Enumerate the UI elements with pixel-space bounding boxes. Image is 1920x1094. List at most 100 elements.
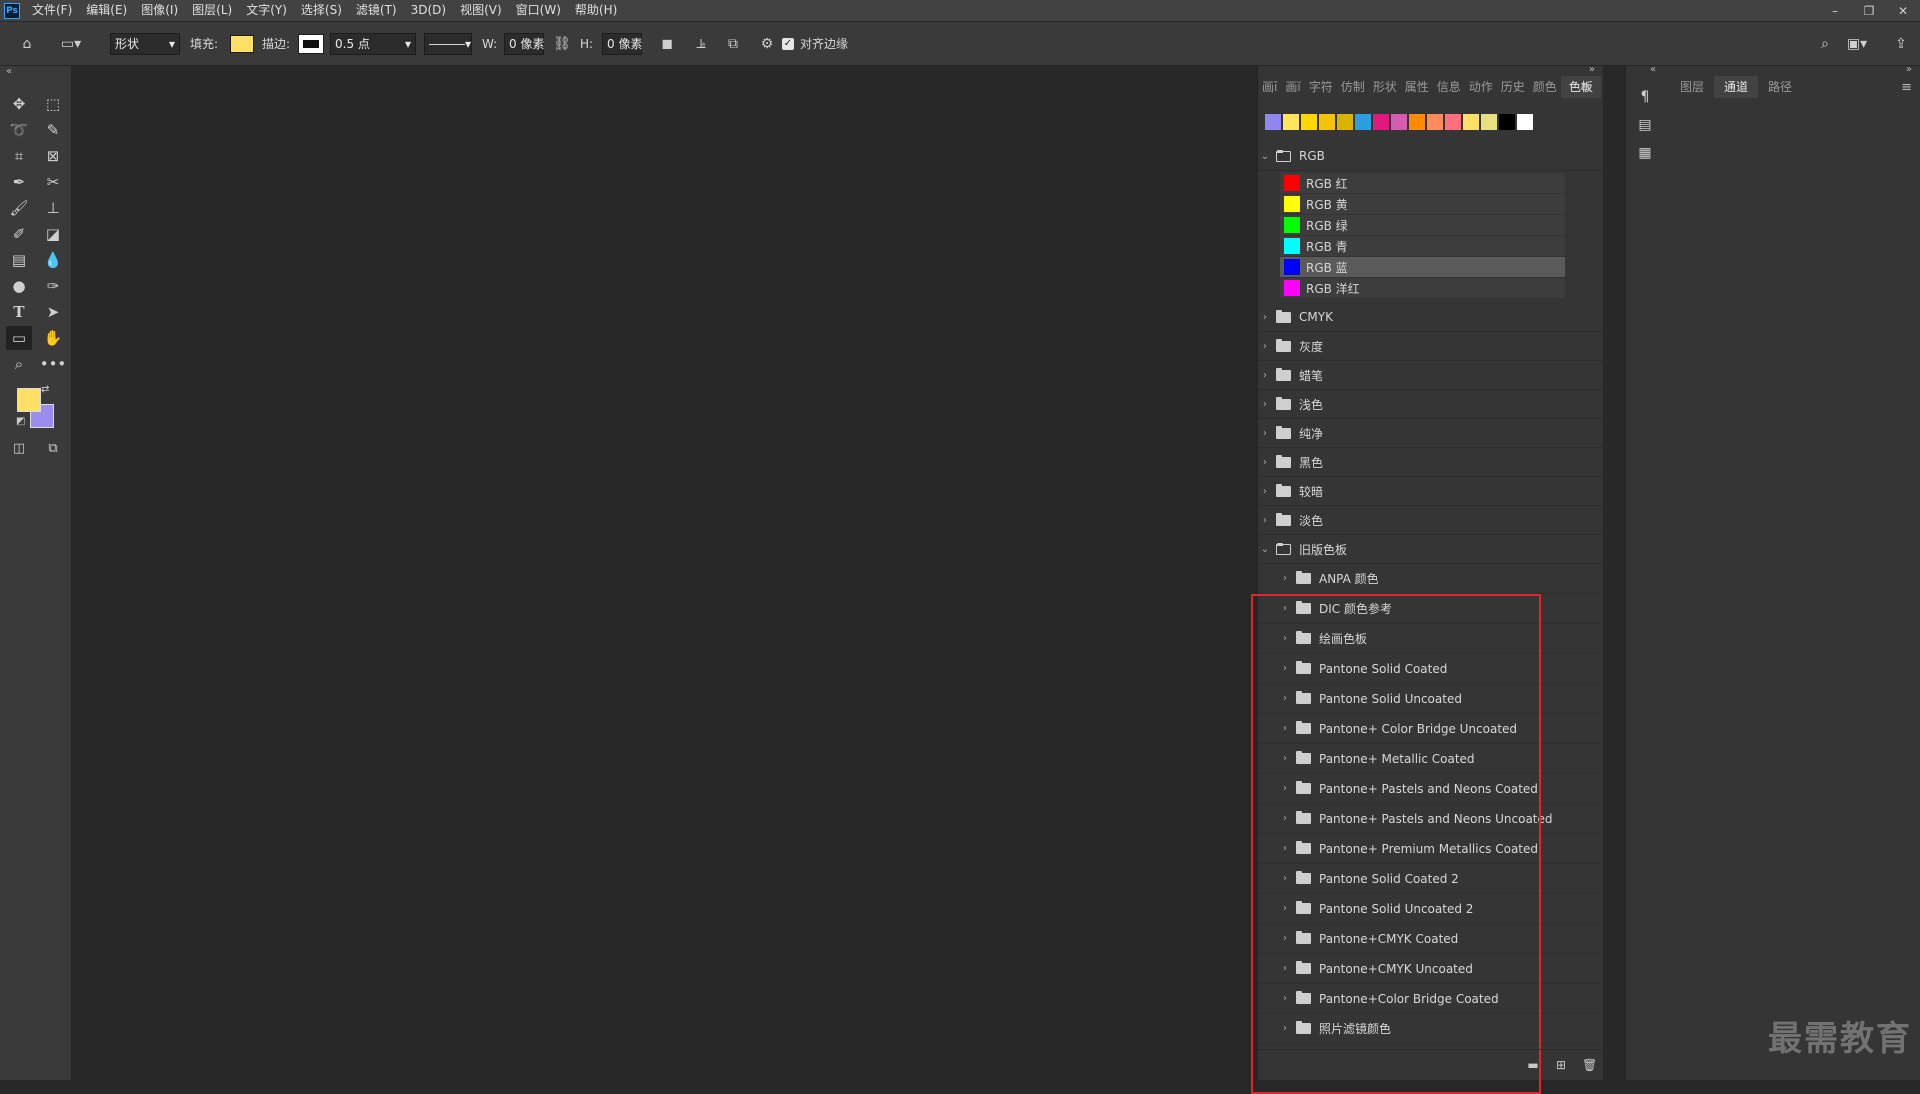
fill-color-swatch[interactable] bbox=[230, 34, 254, 53]
swatch-group[interactable]: › 灰度 bbox=[1258, 332, 1603, 361]
swatch-item[interactable]: RGB 绿 bbox=[1280, 215, 1565, 236]
recent-swatch[interactable] bbox=[1463, 114, 1479, 130]
collapse-arrows-icon[interactable]: » bbox=[1906, 64, 1912, 75]
panel-menu-icon[interactable]: ≡ bbox=[1901, 80, 1912, 95]
document-canvas-area[interactable] bbox=[72, 66, 1252, 1080]
recent-swatch[interactable] bbox=[1265, 114, 1281, 130]
menu-edit[interactable]: 编辑(E) bbox=[80, 0, 135, 21]
legacy-swatch-group[interactable]: › Pantone Solid Coated 2 bbox=[1258, 864, 1603, 894]
legacy-swatch-group[interactable]: › Pantone+Color Bridge Coated bbox=[1258, 984, 1603, 1014]
eyedropper-tool-icon[interactable]: ✒ bbox=[6, 170, 32, 194]
legacy-swatch-group[interactable]: › Pantone+ Color Bridge Uncoated bbox=[1258, 714, 1603, 744]
type-tool-icon[interactable]: T bbox=[6, 300, 32, 324]
recent-swatch[interactable] bbox=[1283, 114, 1299, 130]
workspace-icon[interactable]: ▣▾ bbox=[1846, 33, 1868, 55]
menu-window[interactable]: 窗口(W) bbox=[510, 0, 569, 21]
stroke-color-swatch[interactable] bbox=[298, 33, 324, 54]
tab-actions[interactable]: 动作 bbox=[1465, 76, 1497, 98]
swatch-group[interactable]: › 较暗 bbox=[1258, 477, 1603, 506]
eraser-tool-icon[interactable]: ◪ bbox=[40, 222, 66, 246]
frame-tool-icon[interactable]: ⊠ bbox=[40, 144, 66, 168]
zoom-tool-icon[interactable]: ⌕ bbox=[6, 352, 32, 376]
tab-color[interactable]: 颜色 bbox=[1529, 76, 1561, 98]
tab-layers[interactable]: 图层 bbox=[1670, 76, 1714, 98]
recent-swatch[interactable] bbox=[1499, 114, 1515, 130]
width-input[interactable]: 0 像素 bbox=[504, 32, 544, 55]
link-icon[interactable]: ⛓ bbox=[551, 33, 573, 55]
recent-swatch[interactable] bbox=[1319, 114, 1335, 130]
panel-menu-icon[interactable]: ≡ bbox=[1580, 80, 1591, 95]
trash-icon[interactable]: 🗑 bbox=[1582, 1058, 1597, 1072]
foreground-color-swatch[interactable] bbox=[17, 388, 41, 412]
tab-brushes[interactable]: 画ĭ bbox=[1281, 76, 1304, 98]
paragraph-icon[interactable]: ¶ bbox=[1634, 86, 1656, 108]
legacy-swatch-group[interactable]: › Pantone Solid Uncoated 2 bbox=[1258, 894, 1603, 924]
path-selection-tool-icon[interactable]: ➤ bbox=[40, 300, 66, 324]
shape-tool-preset-icon[interactable]: ▭▾ bbox=[60, 33, 82, 55]
clone-stamp-tool-icon[interactable]: ⊥ bbox=[40, 196, 66, 220]
legacy-swatch-group[interactable]: › Pantone+ Pastels and Neons Coated bbox=[1258, 774, 1603, 804]
swatch-group[interactable]: › 浅色 bbox=[1258, 390, 1603, 419]
collapse-arrows-icon[interactable]: « bbox=[1650, 64, 1656, 75]
brush-tool-icon[interactable]: 🖌 bbox=[6, 196, 32, 220]
default-colors-icon[interactable]: ◩ bbox=[16, 416, 25, 427]
more-tools-icon[interactable]: ••• bbox=[40, 352, 67, 376]
share-icon[interactable]: ⇪ bbox=[1890, 33, 1912, 55]
swatch-item[interactable]: RGB 黄 bbox=[1280, 194, 1565, 215]
lasso-tool-icon[interactable]: ➰ bbox=[6, 118, 32, 142]
tab-brush-settings[interactable]: 画ī bbox=[1258, 76, 1281, 98]
swatch-item[interactable]: RGB 红 bbox=[1280, 173, 1565, 194]
recent-swatch[interactable] bbox=[1373, 114, 1389, 130]
restore-button[interactable]: ❐ bbox=[1852, 0, 1886, 21]
legacy-swatch-group[interactable]: › DIC 颜色参考 bbox=[1258, 594, 1603, 624]
path-arrangement-icon[interactable]: ⧉ bbox=[722, 33, 744, 55]
tab-info[interactable]: 信息 bbox=[1433, 76, 1465, 98]
quick-select-tool-icon[interactable]: ✎ bbox=[40, 118, 66, 142]
recent-swatch[interactable] bbox=[1517, 114, 1533, 130]
spot-healing-tool-icon[interactable]: ✂ bbox=[40, 170, 66, 194]
menu-file[interactable]: 文件(F) bbox=[26, 0, 80, 21]
path-alignment-icon[interactable]: ⫡ bbox=[690, 33, 712, 55]
recent-swatch[interactable] bbox=[1409, 114, 1425, 130]
recent-swatch[interactable] bbox=[1301, 114, 1317, 130]
search-icon[interactable]: ⌕ bbox=[1814, 33, 1836, 55]
legacy-swatch-group[interactable]: › 照片滤镜颜色 bbox=[1258, 1014, 1603, 1044]
libraries-icon[interactable]: ▤ bbox=[1634, 114, 1656, 136]
swatch-group[interactable]: › 蜡笔 bbox=[1258, 361, 1603, 390]
recent-swatch[interactable] bbox=[1391, 114, 1407, 130]
menu-3d[interactable]: 3D(D) bbox=[405, 0, 454, 21]
pen-tool-icon[interactable]: ✑ bbox=[40, 274, 66, 298]
rectangle-tool-icon[interactable]: ▭ bbox=[6, 326, 32, 350]
menu-select[interactable]: 选择(S) bbox=[295, 0, 350, 21]
swatch-group[interactable]: › 黑色 bbox=[1258, 448, 1603, 477]
tab-paths[interactable]: 路径 bbox=[1758, 76, 1802, 98]
tab-clone-source[interactable]: 仿制 bbox=[1337, 76, 1369, 98]
recent-swatch[interactable] bbox=[1355, 114, 1371, 130]
new-swatch-icon[interactable]: ⊞ bbox=[1554, 1058, 1568, 1072]
tool-mode-select[interactable]: 形状 ▾ bbox=[110, 32, 180, 55]
swap-colors-icon[interactable]: ⇄ bbox=[41, 384, 49, 395]
blur-tool-icon[interactable]: 💧 bbox=[40, 248, 66, 272]
swatch-group-legacy[interactable]: ⌄ 旧版色板 bbox=[1258, 535, 1603, 564]
home-icon[interactable]: ⌂ bbox=[16, 33, 38, 55]
screen-mode-icon[interactable]: ⧉ bbox=[40, 436, 66, 460]
legacy-swatch-group[interactable]: › Pantone+CMYK Coated bbox=[1258, 924, 1603, 954]
height-input[interactable]: 0 像素 bbox=[602, 32, 642, 55]
legacy-swatch-group[interactable]: › 绘画色板 bbox=[1258, 624, 1603, 654]
swatch-group[interactable]: › 淡色 bbox=[1258, 506, 1603, 535]
new-group-folder-icon[interactable]: ▬ bbox=[1526, 1058, 1540, 1072]
quick-mask-icon[interactable]: ◫ bbox=[6, 436, 32, 460]
tab-properties[interactable]: 属性 bbox=[1401, 76, 1433, 98]
menu-layer[interactable]: 图层(L) bbox=[186, 0, 240, 21]
recent-swatch[interactable] bbox=[1337, 114, 1353, 130]
menu-view[interactable]: 视图(V) bbox=[454, 0, 510, 21]
dodge-tool-icon[interactable]: ● bbox=[6, 274, 32, 298]
stroke-width-input[interactable]: 0.5 点 ▾ bbox=[330, 32, 416, 55]
swatch-item[interactable]: RGB 青 bbox=[1280, 236, 1565, 257]
tab-channels[interactable]: 通道 bbox=[1714, 76, 1759, 98]
swatch-group-rgb[interactable]: ⌄ RGB bbox=[1258, 142, 1603, 171]
path-operations-icon[interactable]: ◼ bbox=[656, 33, 678, 55]
stroke-type-select[interactable]: ――― ▾ bbox=[424, 32, 472, 55]
recent-swatch[interactable] bbox=[1445, 114, 1461, 130]
menu-image[interactable]: 图像(I) bbox=[135, 0, 186, 21]
